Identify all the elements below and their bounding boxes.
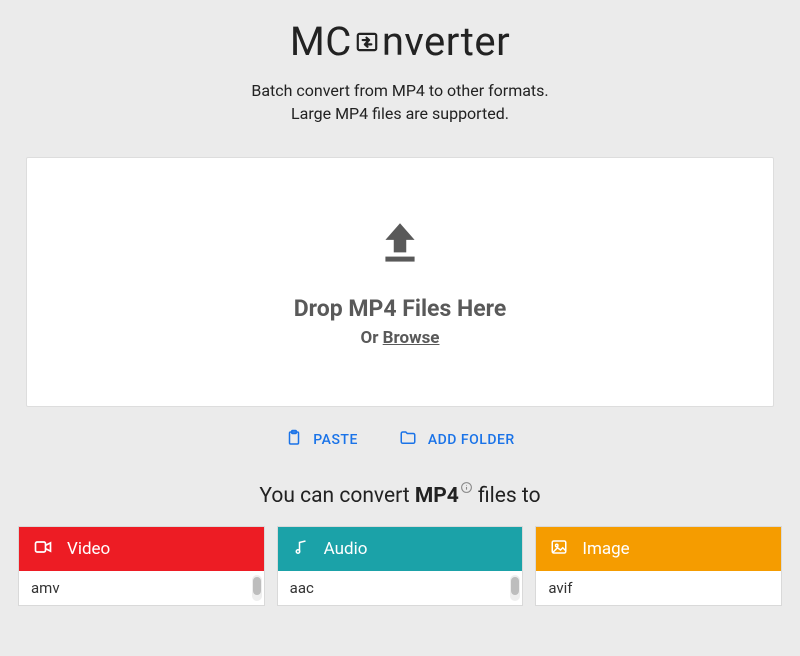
video-icon	[33, 537, 53, 562]
swap-icon	[354, 26, 380, 58]
dropzone-title: Drop MP4 Files Here	[294, 295, 507, 322]
category-image-label: Image	[582, 539, 629, 559]
dropzone-or: Or	[361, 328, 383, 348]
category-audio-header: Audio	[278, 527, 523, 571]
folder-icon	[398, 429, 418, 451]
category-audio-body[interactable]: aac	[278, 571, 523, 605]
scrollbar[interactable]	[252, 575, 262, 601]
subtitle-line2: Large MP4 files are supported.	[16, 102, 784, 125]
subtitle: Batch convert from MP4 to other formats.…	[16, 79, 784, 125]
browse-link[interactable]: Browse	[383, 328, 440, 348]
dropzone[interactable]: Drop MP4 Files Here Or Browse	[26, 157, 774, 407]
category-audio-label: Audio	[324, 539, 368, 559]
category-video: Video amv	[18, 526, 265, 606]
info-icon[interactable]	[460, 481, 473, 494]
category-image-header: Image	[536, 527, 781, 571]
categories: Video amv Audio aac	[16, 526, 784, 606]
paste-button[interactable]: PASTE	[285, 429, 358, 451]
category-video-body[interactable]: amv	[19, 571, 264, 605]
category-image-body[interactable]: avif	[536, 571, 781, 605]
logo-text-pre: MC	[290, 18, 352, 65]
category-video-header: Video	[19, 527, 264, 571]
image-icon	[550, 538, 568, 561]
upload-icon	[375, 217, 425, 271]
convert-suffix: files to	[473, 484, 541, 508]
clipboard-icon	[285, 429, 303, 451]
scrollbar-thumb[interactable]	[253, 577, 261, 595]
add-folder-button[interactable]: ADD FOLDER	[398, 429, 515, 451]
scrollbar-thumb[interactable]	[511, 577, 519, 595]
format-item[interactable]: amv	[31, 579, 252, 597]
subtitle-line1: Batch convert from MP4 to other formats.	[16, 79, 784, 102]
logo-text-post: nverter	[382, 18, 510, 65]
dropzone-or-line: Or Browse	[361, 328, 440, 348]
convert-format: MP4	[415, 484, 459, 508]
category-image: Image avif	[535, 526, 782, 606]
music-icon	[292, 538, 310, 561]
scrollbar[interactable]	[510, 575, 520, 601]
logo: MC nverter	[16, 18, 784, 65]
add-folder-label: ADD FOLDER	[428, 432, 515, 448]
paste-label: PASTE	[313, 432, 358, 448]
convert-title: You can convert MP4 files to	[16, 481, 784, 508]
category-audio: Audio aac	[277, 526, 524, 606]
format-item[interactable]: aac	[290, 579, 511, 597]
category-video-label: Video	[67, 539, 110, 559]
convert-prefix: You can convert	[259, 484, 414, 508]
format-item[interactable]: avif	[548, 579, 769, 597]
